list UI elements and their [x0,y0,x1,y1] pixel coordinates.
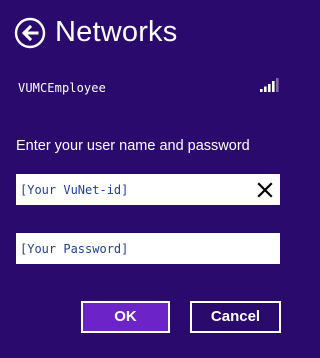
page-title: Networks [55,16,178,48]
password-field-container [16,233,280,264]
username-field-container [16,174,280,205]
ok-button[interactable]: OK [81,301,170,333]
network-sign-in-flyout: { "header": { "back_icon": "arrow-left-c… [0,0,295,358]
arrow-left-circle-icon [14,17,46,49]
signal-bar-5 [276,78,279,92]
back-button[interactable] [14,17,46,49]
signal-bar-1 [260,89,263,92]
close-icon [255,180,275,200]
password-input[interactable] [16,233,280,264]
signal-bar-3 [268,84,271,92]
cancel-button[interactable]: Cancel [190,301,281,333]
signal-bar-4 [272,81,275,92]
credentials-prompt: Enter your user name and password [16,138,250,154]
clear-username-button[interactable] [255,180,275,200]
wifi-signal-bars-icon [259,77,279,93]
username-input[interactable] [16,174,280,205]
signal-bar-2 [264,86,267,92]
network-name: VUMCEmployee [18,81,106,95]
